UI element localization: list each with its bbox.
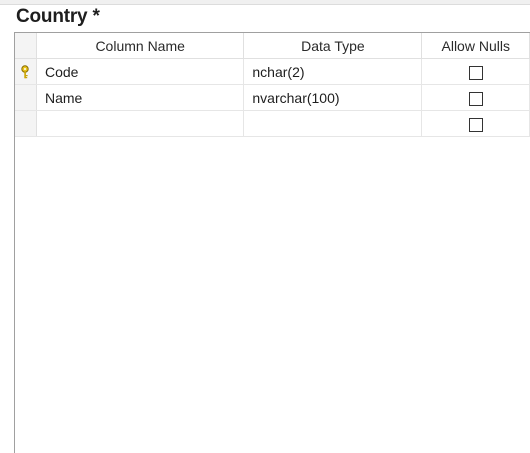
- column-name-cell[interactable]: Code: [36, 58, 245, 85]
- allow-nulls-cell: [421, 84, 530, 111]
- table-row[interactable]: Name nvarchar(100): [15, 84, 530, 111]
- allow-nulls-cell: [421, 58, 530, 85]
- tab-strip: [0, 0, 530, 5]
- table-title: Country *: [16, 6, 100, 27]
- row-selector[interactable]: [15, 58, 37, 85]
- data-type-cell[interactable]: nvarchar(100): [243, 84, 423, 111]
- data-type-cell[interactable]: nchar(2): [243, 58, 423, 85]
- row-selector[interactable]: [15, 110, 37, 137]
- column-name-cell[interactable]: Name: [36, 84, 245, 111]
- table-row[interactable]: [15, 110, 530, 137]
- row-selector[interactable]: [15, 84, 37, 111]
- data-type-header[interactable]: Data Type: [243, 33, 423, 59]
- allow-nulls-checkbox[interactable]: [468, 65, 483, 80]
- row-selector-header: [15, 33, 37, 59]
- header-row: Column Name Data Type Allow Nulls: [15, 33, 530, 59]
- allow-nulls-checkbox[interactable]: [468, 117, 483, 132]
- allow-nulls-checkbox[interactable]: [468, 91, 483, 106]
- column-name-header[interactable]: Column Name: [36, 33, 245, 59]
- allow-nulls-header[interactable]: Allow Nulls: [421, 33, 530, 59]
- allow-nulls-cell: [421, 110, 530, 137]
- table-designer-window: Country * Column Name Data Type Allow Nu…: [0, 0, 530, 453]
- data-type-cell[interactable]: [243, 110, 423, 137]
- column-name-cell[interactable]: [36, 110, 245, 137]
- table-row[interactable]: Code nchar(2): [15, 58, 530, 85]
- column-grid: Column Name Data Type Allow Nulls Code n…: [15, 33, 530, 137]
- key-icon: [15, 64, 35, 79]
